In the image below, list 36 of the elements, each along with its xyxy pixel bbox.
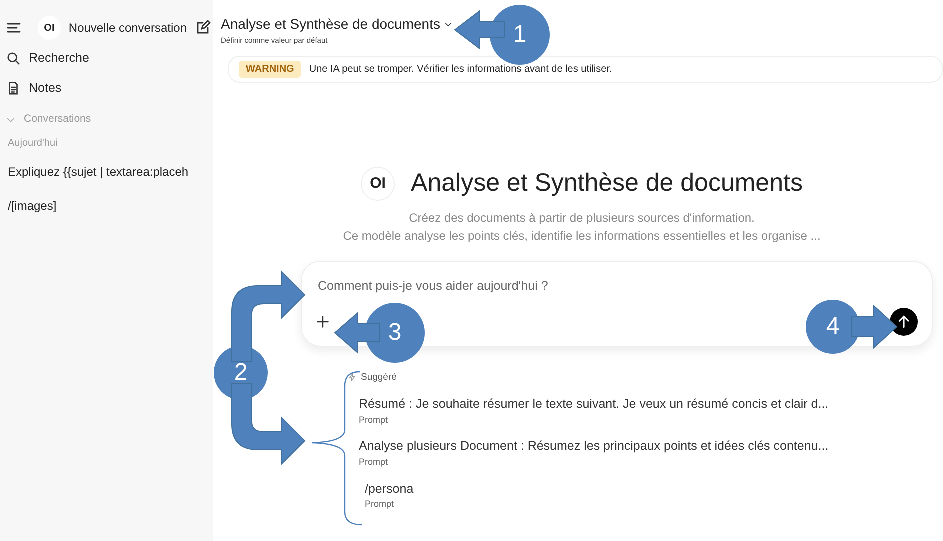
suggestion-title[interactable]: Analyse plusieurs Document : Résumez les principaux points et idées clés contenu...	[359, 437, 943, 456]
search-icon	[6, 50, 21, 66]
callout-arrow	[334, 312, 380, 354]
logo: OI	[361, 167, 396, 201]
send-button[interactable]	[890, 308, 918, 336]
nav-item[interactable]: Notes	[29, 78, 62, 98]
callout-number: 3	[365, 303, 425, 363]
plus-icon[interactable]	[316, 314, 330, 329]
model-selector[interactable]: Analyse et Synthèse de documents	[221, 14, 440, 35]
edit-icon[interactable]	[195, 20, 211, 36]
chat-item[interactable]: /[images]	[4, 191, 213, 221]
description-text: Ce modèle analyse les points clés, identifie les informations essentielles et les organise ...	[343, 228, 821, 245]
warning-label: WARNING	[239, 61, 302, 78]
date-label: Aujourd'hui	[7, 137, 59, 151]
suggested-label: Suggéré	[361, 370, 397, 385]
suggestion-type: Prompt	[365, 498, 396, 512]
chevron-icon[interactable]	[444, 20, 454, 29]
hero-title: Analyse et Synthèse de documents	[411, 168, 803, 200]
notes-icon	[6, 80, 21, 96]
suggestion-type: Prompt	[359, 456, 390, 469]
suggestion-title[interactable]: Résumé : Je souhaite résumer le texte suivant. Je veux un résumé concis et clair d...	[359, 395, 943, 414]
callout-arrow	[454, 10, 506, 50]
nav-item[interactable]: Recherche	[29, 48, 90, 68]
suggestion-title[interactable]: /persona	[365, 480, 943, 498]
description-text: Créez des documents à partir de plusieurs sources d'information.	[408, 210, 756, 227]
callout-number: 4	[806, 300, 860, 354]
warning-text: Une IA peut se tromper. Vérifier les informations avant de les utiliser.	[309, 63, 612, 78]
callout-arrow	[852, 304, 898, 350]
suggestion-type: Prompt	[359, 414, 390, 427]
logo: OI	[38, 16, 61, 40]
arrow-up-icon	[897, 314, 911, 329]
lightning-icon	[348, 373, 357, 382]
callout-number: 1	[490, 5, 550, 65]
new-chat-link[interactable]: Nouvelle conversation	[68, 19, 187, 37]
message-input[interactable]: Comment puis-je vous aider aujourd'hui ?	[316, 276, 918, 296]
chat-item[interactable]: Expliquez {{sujet | textarea:placeh	[4, 157, 213, 187]
